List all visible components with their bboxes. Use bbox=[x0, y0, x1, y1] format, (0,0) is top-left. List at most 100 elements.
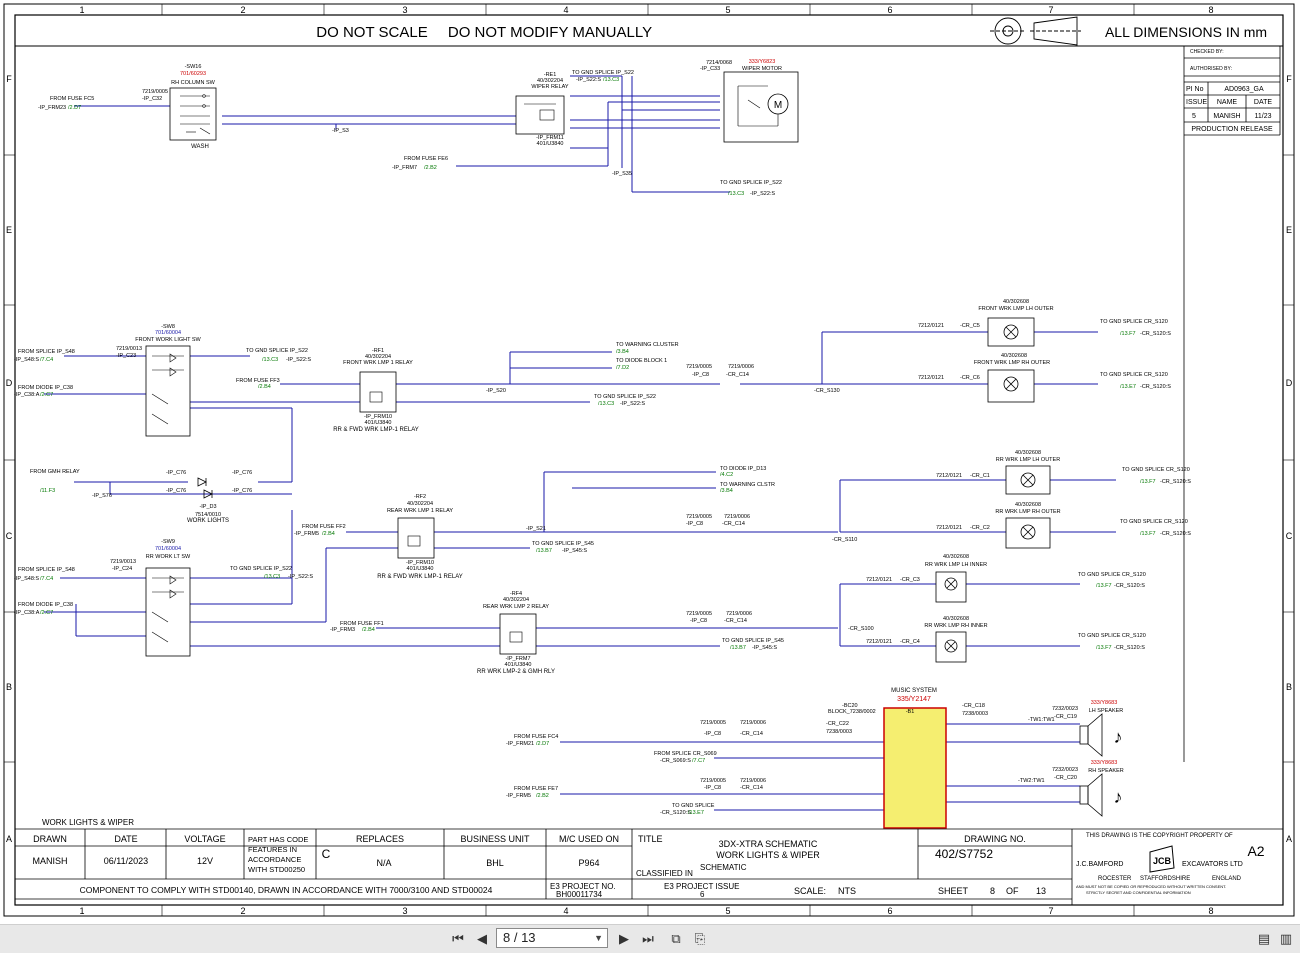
scale-value: NTS bbox=[838, 886, 856, 896]
music-note-icon: ♪ bbox=[1114, 727, 1123, 747]
drawn-value: MANISH bbox=[32, 856, 67, 866]
ip-s48s-sw8: -IP_S48:S bbox=[14, 357, 39, 363]
ref-13e7-music: /13.E7 bbox=[688, 810, 704, 816]
grid-col-4-bottom: 4 bbox=[563, 906, 568, 916]
rotate-page-icon[interactable]: ⧉ bbox=[666, 929, 686, 949]
gnd-lamp-4-ref: /13.F7 bbox=[1096, 583, 1112, 589]
lamp-2-name: RR WRK LMP LH OUTER bbox=[996, 457, 1060, 463]
title-line-2: WORK LIGHTS & WIPER bbox=[716, 850, 820, 860]
sheets-total-value: 13 bbox=[1036, 886, 1046, 896]
music-system-circuit: MUSIC SYSTEM 335/Y2147 -B1 -BC20 BLOCK_7… bbox=[506, 688, 1124, 829]
music-code-7238-b: 7238/0003 bbox=[962, 711, 988, 717]
to-gnd-splice-s45: TO GND SPLICE IP_S45 bbox=[532, 541, 594, 547]
grid-col-6-bottom: 6 bbox=[887, 906, 892, 916]
ref-2c7-sw9: /2.C7 bbox=[40, 610, 53, 616]
sw16-ref: -SW16 bbox=[185, 64, 202, 70]
d3-ref: -IP_D3 bbox=[199, 504, 216, 510]
gnd-lamp-2: TO GND SPLICE CR_S120 bbox=[1122, 467, 1190, 473]
grid-col-2-bottom: 2 bbox=[240, 906, 245, 916]
do-not-scale-text: DO NOT SCALE bbox=[316, 24, 427, 41]
gnd-lamp-3-conn: -CR_S120:S bbox=[1160, 531, 1191, 537]
from-fuse-fe7: FROM FUSE FE7 bbox=[514, 786, 558, 792]
sw9-conn: -IP_C24 bbox=[112, 566, 132, 572]
title-label: TITLE bbox=[638, 834, 663, 844]
ref-13c3-wiper-2: /13.C3 bbox=[728, 191, 744, 197]
sw8-conn: -IP_C23 bbox=[116, 353, 136, 359]
lamp-icon bbox=[1020, 524, 1036, 540]
ip-s22s-wiper: -IP_S22:S bbox=[576, 77, 601, 83]
previous-page-icon[interactable]: ◀ bbox=[472, 929, 492, 949]
ref-2b2: /2.B2 bbox=[424, 165, 437, 171]
sheet-value: 8 bbox=[990, 886, 995, 896]
lamp-front-rh-outer: 40/302608 FRONT WRK LMP RH OUTER -CR_C6 … bbox=[918, 353, 1050, 403]
cr-s069s: -CR_S069:S bbox=[660, 758, 691, 764]
rh-speaker-name: RH SPEAKER bbox=[1088, 768, 1123, 774]
ref-7c4-sw9: /7.C4 bbox=[40, 576, 53, 582]
lamp-rr-rh-outer: 40/302608 RR WRK LMP RH OUTER -CR_C2 721… bbox=[936, 502, 1061, 549]
ip-s21-label: -IP_S21 bbox=[526, 526, 546, 532]
rf4-cr-c14-code: 7219/0006 bbox=[726, 611, 752, 617]
rf4-caption: RR WRK LMP-2 & GMH RLY bbox=[477, 669, 555, 675]
from-gnd-splice-s45: TO GND SPLICE IP_S45 bbox=[722, 638, 784, 644]
front-work-light-circuit: -SW8 701/60004 FRONT WORK LIGHT SW 7219/… bbox=[14, 324, 1098, 483]
single-page-view-icon[interactable]: ▤ bbox=[1254, 929, 1274, 949]
grid-col-7: 7 bbox=[1048, 5, 1053, 15]
ip-frm23: -IP_FRM23 bbox=[38, 105, 66, 111]
lamp-icon bbox=[1003, 376, 1019, 392]
business-unit-label: BUSINESS UNIT bbox=[460, 834, 530, 844]
music-cr-c14-b: -CR_C14 bbox=[740, 785, 763, 791]
production-release-text: PRODUCTION RELEASE bbox=[1191, 126, 1273, 133]
copy-page-icon[interactable]: ⎘ bbox=[690, 929, 710, 949]
name-label: NAME bbox=[1217, 99, 1238, 106]
rear-work-lamp-relay-2: -RF4 40/302204 REAR WRK LMP 2 RELAY -IP_… bbox=[477, 591, 555, 675]
two-page-view-icon[interactable]: ▥ bbox=[1276, 929, 1296, 949]
music-part: 335/Y2147 bbox=[897, 696, 931, 703]
lamp-1-part: 40/302608 bbox=[1001, 353, 1027, 359]
grid-col-2: 2 bbox=[240, 5, 245, 15]
grid-labels: 1 2 3 4 5 6 7 8 1 2 3 4 5 6 7 8 F E D C … bbox=[4, 4, 1294, 916]
rear-work-lamp-relay-1: -RF2 40/302204 REAR WRK LMP 1 RELAY -IP_… bbox=[377, 494, 463, 580]
sw9-name: RR WORK LT SW bbox=[146, 554, 191, 560]
ref-2b4-rear: /2.B4 bbox=[322, 531, 335, 537]
rf4-cr-c14: -CR_C14 bbox=[724, 618, 747, 624]
lamp-icon bbox=[944, 577, 958, 591]
title-block: DRAWN DATE VOLTAGE PART HAS CODE FEATURE… bbox=[15, 828, 1283, 905]
gnd-lamp-5: TO GND SPLICE CR_S120 bbox=[1078, 633, 1146, 639]
schematic-drawing: 1 2 3 4 5 6 7 8 1 2 3 4 5 6 7 8 F E D C … bbox=[3, 3, 1295, 917]
gnd-lamp-5-conn: -CR_S120:S bbox=[1114, 645, 1145, 651]
ref-13c3-wiper: /13.C3 bbox=[603, 77, 619, 83]
legal-2: STRICTLY SECRET AND CONFIDENTIAL INFORMA… bbox=[1086, 890, 1191, 895]
rf4-part: 40/302204 bbox=[503, 597, 529, 603]
grid-row-b-right: B bbox=[1286, 682, 1292, 692]
sw8-name: FRONT WORK LIGHT SW bbox=[135, 337, 201, 343]
ref-2d7-music: /2.D7 bbox=[536, 741, 549, 747]
lh-speaker-name: LH SPEAKER bbox=[1089, 708, 1124, 714]
part-code-note-2: FEATURES IN bbox=[248, 845, 297, 854]
wiper-motor-part: 333/Y6823 bbox=[749, 59, 776, 65]
pi-no-label: PI No bbox=[1186, 86, 1204, 93]
grid-row-b: B bbox=[6, 682, 12, 692]
ip-s22s-wiper-2: -IP_S22:S bbox=[750, 191, 775, 197]
from-splice-ip-s48-sw9: FROM SPLICE IP_S48 bbox=[18, 567, 75, 573]
last-page-icon[interactable]: ⏭ bbox=[638, 929, 658, 949]
music-block: BLOCK_7238/0002 bbox=[828, 709, 876, 715]
ref-2b4-rf4: /2.B4 bbox=[362, 627, 375, 633]
drawing-no-value: 402/S7752 bbox=[935, 847, 993, 861]
first-page-icon[interactable]: ⏮ bbox=[448, 929, 468, 949]
page-number-select[interactable]: 8 / 13 ▼ bbox=[496, 928, 608, 948]
date-label-tb: DATE bbox=[114, 834, 137, 844]
ref-13b7: /13.B7 bbox=[536, 548, 552, 554]
authorised-by-label: AUTHORISED BY: bbox=[1190, 66, 1232, 72]
music-cr-c22: -CR_C22 bbox=[826, 721, 849, 727]
rear-work-light-switch: -SW9 701/60004 RR WORK LT SW 7219/0013 -… bbox=[110, 539, 191, 657]
grid-row-a: A bbox=[6, 834, 12, 844]
jcb-logo: JCB bbox=[1149, 845, 1175, 873]
d3-name: WORK LIGHTS bbox=[187, 518, 229, 524]
copyright-text: THIS DRAWING IS THE COPYRIGHT PROPERTY O… bbox=[1086, 833, 1233, 839]
ref-13c3-sw8: /13.C3 bbox=[262, 357, 278, 363]
lamp-icon bbox=[944, 639, 958, 653]
next-page-icon[interactable]: ▶ bbox=[614, 929, 634, 949]
ref-3b4-front: /3.B4 bbox=[616, 349, 629, 355]
wiper-relay: -RE1 40/302204 WIPER RELAY -IP_FRM11 401… bbox=[515, 72, 569, 147]
rf4-conn-part: 401/U3840 bbox=[505, 662, 532, 668]
